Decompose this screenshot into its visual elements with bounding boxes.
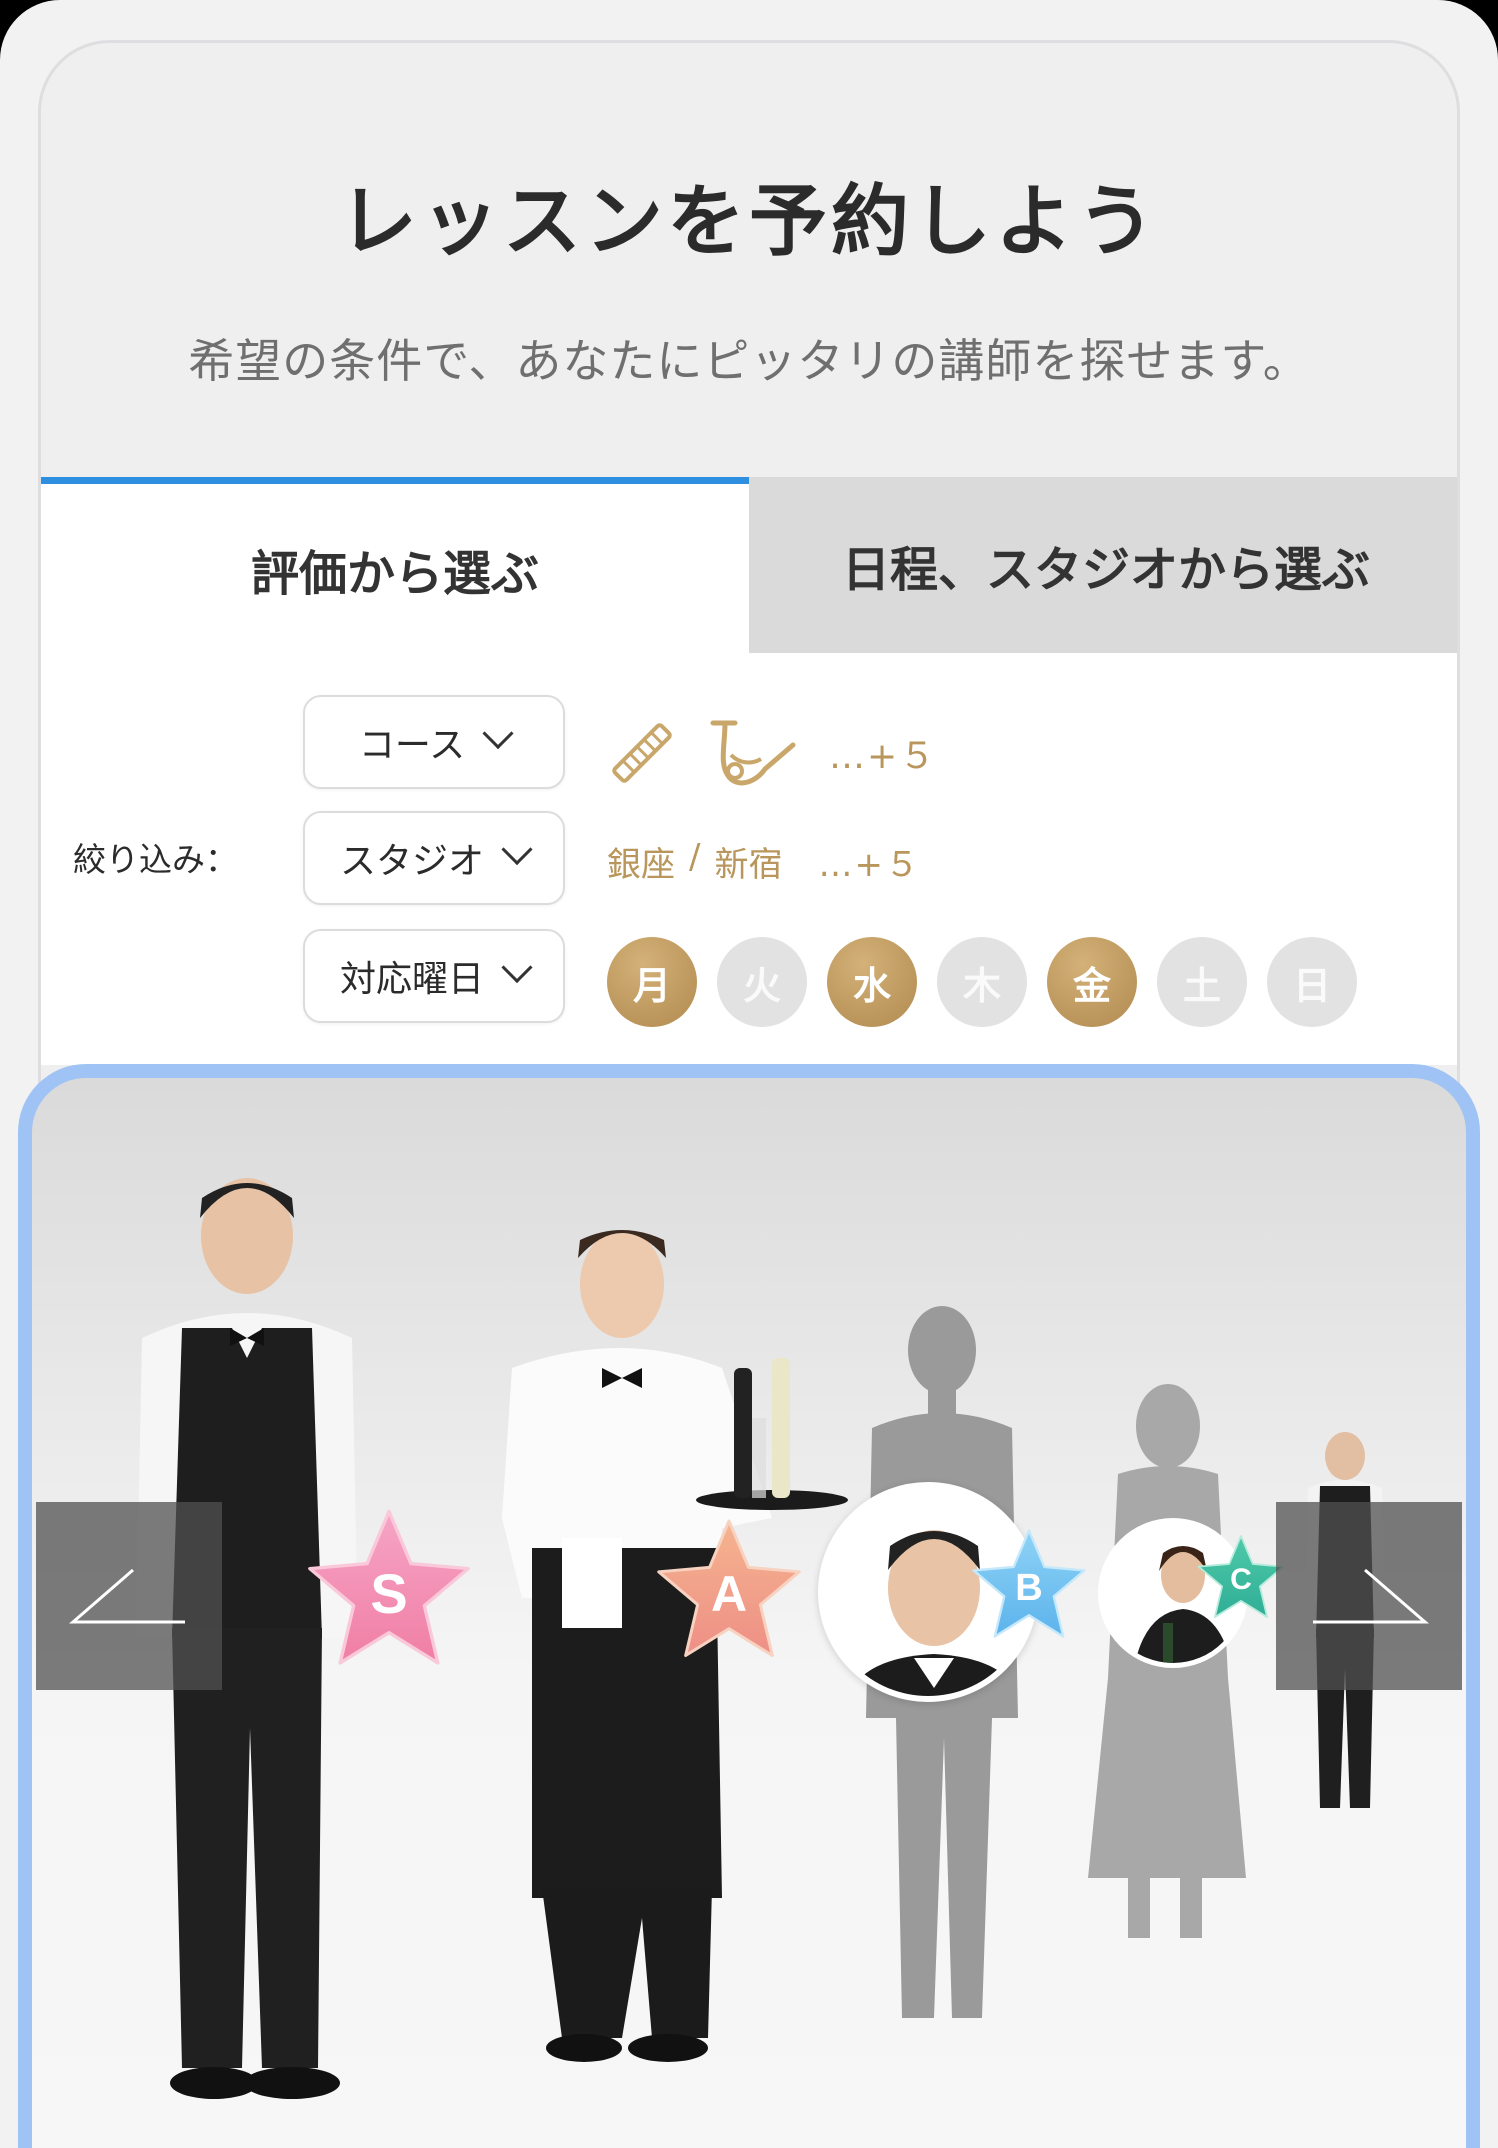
rank-b-label: B: [1015, 1566, 1043, 1609]
course-selected-icons: …+５: [607, 713, 937, 793]
course-select-label: コース: [358, 725, 466, 766]
chevron-down-icon: [482, 717, 514, 750]
arrow-right-icon: [1313, 1568, 1429, 1624]
tab-by-rating[interactable]: 評価から選ぶ: [41, 477, 749, 653]
course-more-count[interactable]: …+５: [829, 727, 937, 779]
page-subtitle: 希望の条件で、あなたにピッタリの講師を探せます。: [188, 334, 1310, 388]
rank-s-label: S: [370, 1561, 408, 1625]
day-chip-thu[interactable]: 木: [937, 937, 1027, 1027]
studio-selected-values: 銀座 / 新宿 …+５: [607, 837, 921, 886]
day-chip-mon[interactable]: 月: [607, 937, 697, 1027]
studio-more-count[interactable]: …+５: [818, 837, 921, 886]
day-chip-fri[interactable]: 金: [1047, 937, 1137, 1027]
filter-label: 絞り込み：: [73, 840, 238, 879]
saxophone-icon: [710, 720, 796, 786]
chevron-down-icon: [501, 951, 533, 984]
rank-a-badge: A: [654, 1518, 804, 1660]
instructor-carousel: S A B C: [18, 1064, 1480, 2148]
studio-separator: /: [689, 837, 701, 877]
tab-by-schedule-studio[interactable]: 日程、スタジオから選ぶ: [749, 477, 1457, 653]
carousel-next-button[interactable]: [1276, 1502, 1462, 1690]
weekday-chips: 月 火 水 木 金 土 日: [607, 937, 1357, 1027]
filter-panel: 絞り込み： コース スタジオ 対応曜日 …+５ 銀座 / 新宿 …+５ 月 火 …: [41, 653, 1457, 1065]
course-select[interactable]: コース: [303, 695, 565, 789]
rank-a-label: A: [710, 1566, 748, 1622]
studio-select[interactable]: スタジオ: [303, 811, 565, 905]
studio-value-1: 銀座: [607, 845, 675, 885]
studio-select-label: スタジオ: [339, 841, 484, 882]
flute-icon: [612, 723, 672, 783]
day-chip-sat[interactable]: 土: [1157, 937, 1247, 1027]
weekday-select-label: 対応曜日: [339, 959, 484, 1000]
weekday-select[interactable]: 対応曜日: [303, 929, 565, 1023]
rank-s-badge: S: [304, 1508, 474, 1668]
carousel-prev-button[interactable]: [36, 1502, 222, 1690]
studio-value-2: 新宿: [714, 845, 783, 885]
tab-bar: 評価から選ぶ 日程、スタジオから選ぶ: [41, 477, 1457, 653]
page-title: レッスンを予約しよう: [338, 177, 1159, 267]
arrow-left-icon: [69, 1568, 185, 1624]
rank-b-badge: B: [970, 1528, 1088, 1640]
rank-c-label: C: [1230, 1563, 1252, 1596]
rank-c-badge: C: [1196, 1534, 1286, 1620]
chevron-down-icon: [501, 833, 533, 866]
day-chip-tue[interactable]: 火: [717, 937, 807, 1027]
day-chip-sun[interactable]: 日: [1267, 937, 1357, 1027]
day-chip-wed[interactable]: 水: [827, 937, 917, 1027]
